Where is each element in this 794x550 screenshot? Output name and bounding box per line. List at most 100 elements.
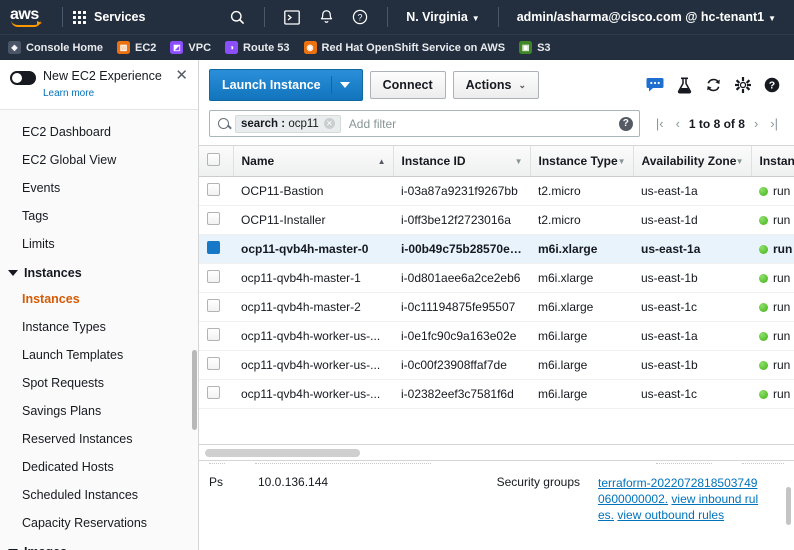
feedback-chat-icon[interactable] bbox=[646, 77, 664, 93]
column-header-name[interactable]: Name ▲ bbox=[233, 146, 394, 177]
sidebar-item-ec2-dashboard[interactable]: EC2 Dashboard bbox=[0, 118, 198, 146]
sidebar-item-scheduled-instances[interactable]: Scheduled Instances bbox=[0, 481, 198, 509]
filter-bar: search : ocp11 ✕ Add filter ? |‹ ‹ 1 to … bbox=[199, 110, 794, 145]
sidebar-group-images[interactable]: Images bbox=[0, 537, 198, 550]
cell-availability-zone: us-east-1a bbox=[633, 234, 751, 264]
sort-ascending-icon[interactable]: ▲ bbox=[378, 157, 386, 166]
detail-row: Ps 10.0.136.144 Security groups terrafor… bbox=[209, 475, 784, 523]
services-menu-button[interactable]: Services bbox=[73, 10, 145, 24]
sidebar-group-label-images: Images bbox=[24, 545, 67, 550]
instance-state-label: run bbox=[773, 213, 791, 227]
column-header-instance-type[interactable]: Instance Type ▼ bbox=[530, 146, 634, 177]
launch-instance-label: Launch Instance bbox=[222, 78, 321, 92]
favorite-console-home-icon[interactable]: ◈ Console Home bbox=[8, 41, 103, 54]
horizontal-scrollbar-track[interactable] bbox=[205, 448, 788, 457]
sidebar-item-tags[interactable]: Tags bbox=[0, 202, 198, 230]
vpc-service-icon: ◩ bbox=[170, 41, 184, 54]
table-row[interactable]: ocp11-qvb4h-worker-us-... i-0e1fc90c9a163… bbox=[199, 321, 794, 351]
search-icon[interactable] bbox=[224, 4, 250, 30]
row-checkbox[interactable] bbox=[207, 299, 220, 312]
cloudshell-icon[interactable] bbox=[279, 4, 305, 30]
sort-dropdown-icon[interactable]: ▼ bbox=[515, 157, 523, 166]
favorite-s3-service-icon[interactable]: ▣ S3 bbox=[519, 41, 551, 54]
sidebar-item-dedicated-hosts[interactable]: Dedicated Hosts bbox=[0, 453, 198, 481]
launch-instance-button[interactable]: Launch Instance bbox=[209, 69, 363, 101]
cell-availability-zone: us-east-1a bbox=[633, 176, 751, 206]
favorite-ec2-service-icon[interactable]: ▧ EC2 bbox=[117, 41, 156, 54]
prev-page-button[interactable]: ‹ bbox=[670, 116, 686, 131]
next-page-button[interactable]: › bbox=[748, 116, 764, 131]
sidebar-group-instances[interactable]: Instances bbox=[0, 258, 198, 285]
sidebar-item-capacity-reservations[interactable]: Capacity Reservations bbox=[0, 509, 198, 537]
row-checkbox[interactable] bbox=[207, 270, 220, 283]
table-row[interactable]: OCP11-Installer i-0ff3be12f2723016a t2.mic… bbox=[199, 205, 794, 235]
column-header-instance-id[interactable]: Instance ID ▼ bbox=[393, 146, 531, 177]
sidebar-item-events[interactable]: Events bbox=[0, 174, 198, 202]
favorite-route53-service-icon[interactable]: ◑ Route 53 bbox=[225, 41, 290, 54]
add-filter-placeholder[interactable]: Add filter bbox=[349, 117, 619, 131]
connect-button[interactable]: Connect bbox=[369, 71, 446, 99]
notifications-bell-icon[interactable] bbox=[313, 4, 339, 30]
row-checkbox[interactable] bbox=[207, 212, 220, 225]
favorite-rosa-service-icon[interactable]: ◉ Red Hat OpenShift Service on AWS bbox=[303, 41, 505, 54]
first-page-button[interactable]: |‹ bbox=[650, 116, 670, 131]
detail-vertical-scrollbar[interactable] bbox=[786, 487, 791, 525]
refresh-icon[interactable] bbox=[705, 77, 722, 93]
table-row[interactable]: ocp11-qvb4h-master-2 i-0c11194875fe95507 m… bbox=[199, 292, 794, 322]
new-experience-toggle[interactable] bbox=[10, 71, 36, 85]
status-running-dot-icon bbox=[759, 245, 768, 254]
status-running-dot-icon bbox=[759, 361, 768, 370]
row-checkbox[interactable] bbox=[207, 386, 220, 399]
row-checkbox[interactable] bbox=[207, 357, 220, 370]
cell-instance-type: m6i.large bbox=[530, 321, 633, 351]
table-row[interactable]: ocp11-qvb4h-master-0 i-00b49c75b28570e0e m… bbox=[199, 234, 794, 264]
column-header-availability-zone[interactable]: Availability Zone ▼ bbox=[633, 146, 752, 177]
account-menu[interactable]: admin/asharma@cisco.com @ hc-tenant1 ▼ bbox=[509, 10, 784, 24]
filter-help-icon[interactable]: ? bbox=[618, 116, 633, 131]
aws-logo[interactable]: aws bbox=[10, 5, 52, 29]
help-circle-icon-toolbar[interactable]: ? bbox=[764, 77, 780, 93]
cell-availability-zone: us-east-1b bbox=[633, 350, 751, 380]
close-icon[interactable]: ✕ bbox=[175, 68, 188, 83]
view-outbound-rules-link[interactable]: view outbound rules bbox=[617, 508, 724, 522]
table-row[interactable]: ocp11-qvb4h-worker-us-... i-02382eef3c758… bbox=[199, 379, 794, 409]
pagination-controls: |‹ ‹ 1 to 8 of 8 › ›| bbox=[640, 116, 784, 131]
sidebar-item-spot-requests[interactable]: Spot Requests bbox=[0, 369, 198, 397]
favorite-label: Console Home bbox=[26, 41, 104, 54]
row-checkbox[interactable] bbox=[207, 183, 220, 196]
sidebar-item-ec2-global-view[interactable]: EC2 Global View bbox=[0, 146, 198, 174]
help-circle-icon[interactable]: ? bbox=[347, 4, 373, 30]
column-header-instance[interactable]: Instance bbox=[751, 146, 794, 177]
horizontal-scrollbar-thumb[interactable] bbox=[205, 448, 360, 457]
cell-instance-type: m6i.large bbox=[530, 379, 633, 409]
row-checkbox[interactable] bbox=[207, 328, 220, 341]
sidebar-item-limits[interactable]: Limits bbox=[0, 230, 198, 258]
row-checkbox-cell bbox=[199, 350, 233, 380]
sidebar-scrollbar[interactable] bbox=[192, 350, 197, 430]
table-row[interactable]: OCP11-Bastion i-03a87a9231f9267bb t2.micro… bbox=[199, 176, 794, 206]
chevron-down-icon[interactable] bbox=[339, 82, 350, 88]
table-row[interactable]: ocp11-qvb4h-master-1 i-0d801aee6a2ce2eb6 m… bbox=[199, 263, 794, 293]
sidebar-item-instance-types[interactable]: Instance Types bbox=[0, 313, 198, 341]
account-label: admin/asharma@cisco.com @ hc-tenant1 bbox=[516, 10, 765, 24]
sidebar-item-instances[interactable]: Instances bbox=[0, 285, 198, 313]
sort-dropdown-icon[interactable]: ▼ bbox=[618, 157, 626, 166]
settings-gear-icon[interactable] bbox=[735, 77, 751, 93]
actions-button[interactable]: Actions ⌄ bbox=[452, 71, 540, 99]
sidebar-item-reserved-instances[interactable]: Reserved Instances bbox=[0, 425, 198, 453]
cell-instance-state: run bbox=[751, 321, 794, 351]
select-all-checkbox[interactable] bbox=[207, 153, 220, 166]
favorite-vpc-service-icon[interactable]: ◩ VPC bbox=[170, 41, 211, 54]
learn-more-link[interactable]: Learn more bbox=[43, 88, 94, 99]
search-filter-box[interactable]: search : ocp11 ✕ Add filter ? bbox=[209, 110, 640, 137]
sort-dropdown-icon[interactable]: ▼ bbox=[736, 157, 744, 166]
sidebar-item-savings-plans[interactable]: Savings Plans bbox=[0, 397, 198, 425]
flask-beaker-icon[interactable] bbox=[677, 76, 692, 94]
last-page-button[interactable]: ›| bbox=[764, 116, 784, 131]
row-checkbox[interactable] bbox=[207, 241, 220, 254]
table-row[interactable]: ocp11-qvb4h-worker-us-... i-0c00f23908ffa… bbox=[199, 350, 794, 380]
remove-filter-icon[interactable]: ✕ bbox=[323, 118, 335, 129]
cell-instance-id: i-0d801aee6a2ce2eb6 bbox=[393, 263, 530, 293]
region-selector[interactable]: N. Virginia ▼ bbox=[398, 10, 488, 24]
sidebar-item-launch-templates[interactable]: Launch Templates bbox=[0, 341, 198, 369]
